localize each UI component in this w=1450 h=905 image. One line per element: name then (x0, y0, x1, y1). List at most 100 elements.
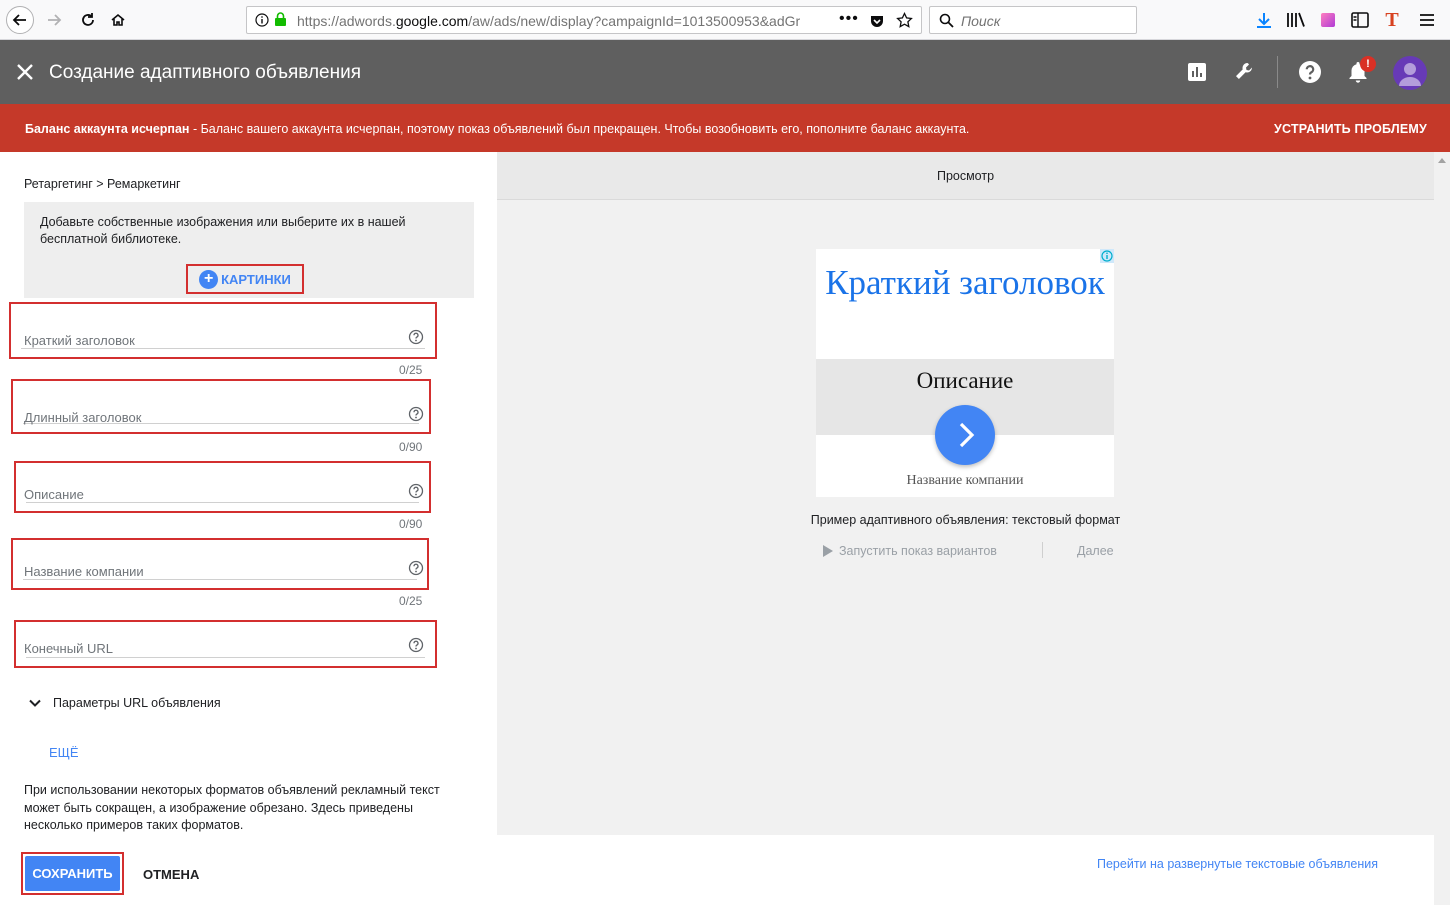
reload-icon (82, 13, 94, 26)
add-images-button[interactable]: + КАРТИНКИ (186, 264, 304, 294)
lock-icon[interactable] (274, 12, 287, 27)
t-letter-icon: T (1385, 8, 1399, 31)
final-url-placeholder: Конечный URL (24, 641, 113, 656)
pocket-icon[interactable] (869, 13, 885, 29)
preview-header: Просмотр (497, 152, 1434, 200)
short-headline-field[interactable] (9, 302, 437, 359)
reports-button[interactable] (1183, 58, 1211, 86)
search-placeholder: Поиск (961, 13, 1001, 29)
images-hint: Добавьте собственные изображения или выб… (40, 215, 406, 246)
hamburger-menu-icon (1420, 14, 1434, 26)
company-name-counter: 0/25 (399, 594, 423, 608)
close-icon[interactable] (14, 61, 36, 83)
help-circle-icon[interactable] (408, 483, 424, 499)
preview-controls-divider (1042, 542, 1043, 558)
long-headline-placeholder: Длинный заголовок (24, 410, 142, 425)
chevron-down-icon (29, 699, 41, 707)
alert-message: - Баланс вашего аккаунта исчерпан, поэто… (189, 122, 970, 136)
url-suffix: /aw/ads/new/display?campaignId=101350095… (468, 13, 801, 29)
short-headline-placeholder: Краткий заголовок (24, 333, 135, 348)
cancel-button[interactable]: ОТМЕНА (143, 867, 199, 882)
save-button[interactable]: СОХРАНИТЬ (25, 856, 120, 891)
user-icon (1399, 63, 1421, 86)
field-underline (26, 657, 425, 658)
run-variants-label: Запустить показ вариантов (839, 544, 997, 558)
fix-problem-button[interactable]: УСТРАНИТЬ ПРОБЛЕМУ (1274, 122, 1427, 136)
url-prefix: https://adwords. (297, 13, 396, 29)
search-icon (939, 13, 954, 28)
long-headline-counter: 0/90 (399, 440, 423, 454)
alert-title: Баланс аккаунта исчерпан (25, 122, 190, 136)
url-params-toggle[interactable]: Параметры URL объявления (28, 696, 221, 710)
header-divider (1277, 56, 1278, 88)
home-button[interactable] (104, 6, 132, 34)
sidebar-button[interactable] (1350, 10, 1370, 30)
add-images-label: КАРТИНКИ (221, 271, 291, 287)
library-button[interactable] (1286, 10, 1306, 30)
next-button[interactable]: Далее (1077, 544, 1114, 558)
play-icon (823, 545, 833, 557)
plus-icon: + (199, 269, 219, 289)
back-button[interactable] (6, 6, 34, 34)
scroll-up-arrow-icon[interactable] (1438, 158, 1446, 163)
forward-button[interactable] (40, 6, 68, 34)
ad-company: Название компании (906, 473, 1024, 488)
company-name-placeholder: Название компании (24, 564, 144, 579)
format-note: При использовании некоторых форматов объ… (24, 783, 440, 832)
translate-extension-button[interactable]: T (1382, 8, 1402, 31)
ad-cta-button[interactable] (935, 405, 995, 465)
preview-caption: Пример адаптивного объявления: текстовый… (810, 513, 1121, 527)
run-variants-button[interactable]: Запустить показ вариантов (822, 544, 997, 558)
info-icon[interactable] (255, 13, 269, 27)
alert-text: Баланс аккаунта исчерпан - Баланс вашего… (25, 122, 969, 136)
browser-search-input[interactable]: Поиск (929, 6, 1137, 34)
bookmark-star-icon[interactable] (896, 12, 913, 29)
expanded-text-ads-link[interactable]: Перейти на развернутые текстовые объявле… (1097, 857, 1378, 871)
field-underline (21, 348, 425, 349)
page-actions-icon[interactable]: ••• (839, 10, 859, 28)
balance-alert: Баланс аккаунта исчерпан - Баланс вашего… (0, 104, 1450, 152)
tools-button[interactable] (1231, 58, 1259, 86)
address-bar[interactable]: https://adwords.google.com/aw/ads/new/di… (246, 6, 922, 34)
more-link[interactable]: ЕЩЁ (49, 745, 79, 760)
wrench-icon (1236, 63, 1252, 79)
app-header: Создание адаптивного объявления ! (0, 40, 1450, 104)
extension-icon (1321, 13, 1335, 27)
description-placeholder: Описание (24, 487, 84, 502)
downloads-button[interactable] (1254, 10, 1274, 30)
sidebar-icon (1351, 12, 1369, 28)
notification-badge: ! (1360, 56, 1376, 72)
extension-button[interactable] (1318, 10, 1338, 30)
description-counter: 0/90 (399, 517, 423, 531)
ad-headline: Краткий заголовок (825, 263, 1105, 302)
help-icon (1299, 61, 1321, 83)
help-circle-icon[interactable] (408, 329, 424, 345)
account-avatar[interactable] (1393, 56, 1427, 90)
ad-description: Описание (916, 368, 1014, 393)
reload-button[interactable] (74, 6, 102, 34)
field-underline (23, 579, 417, 580)
field-underline (26, 502, 419, 503)
preview-title: Просмотр (936, 169, 995, 183)
page-title: Создание адаптивного объявления (49, 62, 361, 83)
url-params-label: Параметры URL объявления (53, 696, 221, 710)
ad-preview: Краткий заголовок Описание Название комп… (816, 249, 1114, 497)
download-icon (1257, 13, 1271, 28)
help-circle-icon[interactable] (408, 406, 424, 422)
help-circle-icon[interactable] (408, 637, 424, 653)
home-icon (111, 13, 125, 26)
help-circle-icon[interactable] (408, 560, 424, 576)
arrow-left-icon (12, 14, 26, 26)
chevron-right-icon (959, 422, 975, 448)
library-icon (1287, 12, 1305, 27)
url-text[interactable]: https://adwords.google.com/aw/ads/new/di… (297, 13, 831, 29)
long-headline-field[interactable] (11, 379, 431, 434)
url-domain: google.com (395, 13, 469, 29)
short-headline-counter: 0/25 (399, 363, 423, 377)
arrow-right-icon (48, 14, 62, 26)
scrollbar[interactable] (1434, 152, 1450, 905)
menu-button[interactable] (1417, 10, 1437, 30)
breadcrumb: Ретаргетинг > Ремаркетинг (24, 177, 181, 191)
help-button[interactable] (1296, 58, 1324, 86)
bar-chart-icon (1188, 63, 1206, 81)
